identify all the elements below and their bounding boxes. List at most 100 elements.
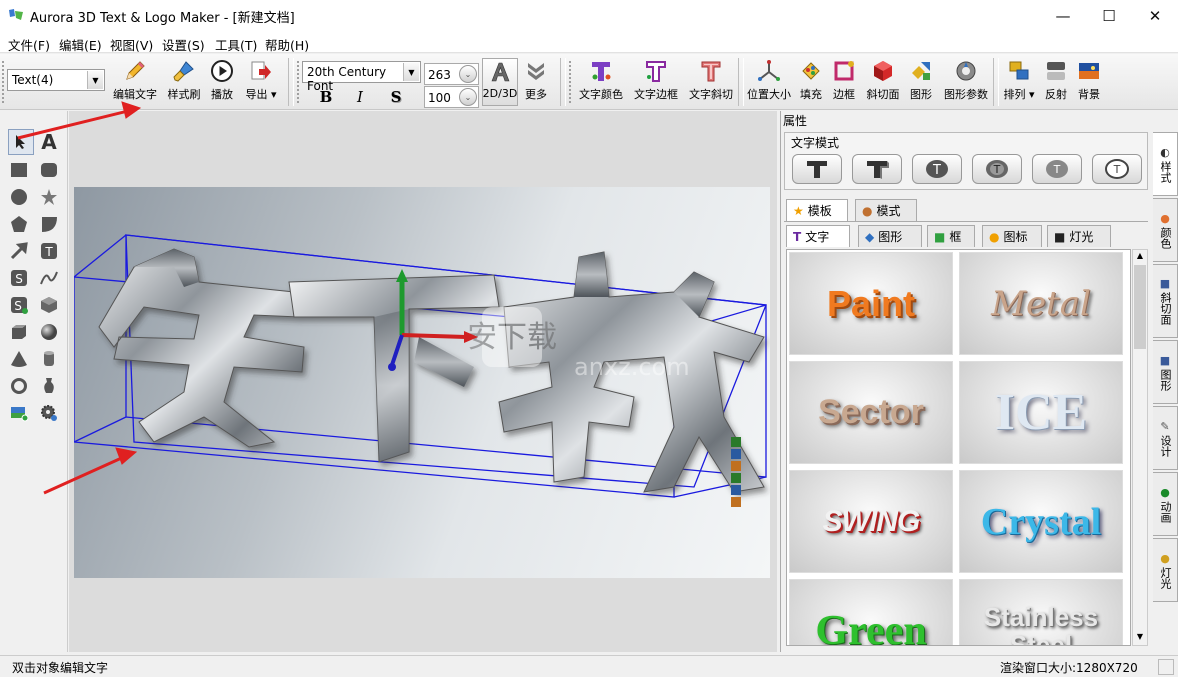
scroll-up-icon[interactable]: ▲	[1134, 251, 1146, 263]
s-add-icon[interactable]: S	[6, 292, 32, 318]
maximize-button[interactable]: ☐	[1086, 0, 1132, 31]
menu-tools[interactable]: 工具(T)	[215, 35, 257, 54]
menu-edit[interactable]: 编辑(E)	[59, 35, 102, 54]
shape-button[interactable]: 图形	[907, 58, 935, 106]
menu-view[interactable]: 视图(V)	[110, 35, 153, 54]
tab-frame[interactable]: ■ 框	[927, 225, 975, 247]
arrange-button[interactable]: 排列 ▾	[1001, 58, 1037, 106]
rectangle-icon[interactable]	[6, 157, 32, 183]
double-chevron-icon[interactable]: ⌄	[459, 65, 477, 83]
minimize-button[interactable]: —	[1040, 0, 1086, 31]
template-ice[interactable]: ICE	[959, 361, 1123, 464]
s-shape-icon[interactable]: S	[6, 265, 32, 291]
template-crystal[interactable]: Crystal	[959, 470, 1123, 573]
bevel-face-button[interactable]: 斜切面	[863, 58, 903, 106]
cube-3d-icon[interactable]	[36, 292, 62, 318]
tab-template[interactable]: ★ 模板	[786, 199, 848, 221]
render-viewport[interactable]: 安下载 anxz.com	[74, 187, 770, 578]
scene-3d[interactable]: 安下载 anxz.com	[74, 187, 770, 578]
text-mode-round[interactable]: T	[912, 154, 962, 184]
shadow-button[interactable]: S	[382, 86, 410, 108]
text-t-icon: T	[793, 229, 802, 244]
tool-palette: A T S S	[0, 111, 68, 652]
text-mode-ring[interactable]: T	[1032, 154, 1082, 184]
arrow-shape-icon[interactable]	[6, 238, 32, 264]
fill-button[interactable]: 填充	[797, 58, 825, 106]
side-tab-shape[interactable]: ■ 图形	[1153, 340, 1178, 404]
cone-icon[interactable]	[6, 346, 32, 372]
menu-file[interactable]: 文件(F)	[8, 35, 50, 54]
toolbar-grip[interactable]	[1, 60, 5, 104]
edit-text-button[interactable]: 编辑文字	[112, 58, 158, 106]
select-arrow-icon[interactable]	[8, 129, 34, 155]
play-button[interactable]: 播放	[207, 58, 237, 106]
toolbar-grip[interactable]	[296, 60, 300, 104]
tab-template-label: 模板	[807, 204, 832, 218]
text-mode-extrude[interactable]	[852, 154, 902, 184]
scroll-down-icon[interactable]: ▼	[1134, 632, 1146, 644]
style-brush-button[interactable]: 样式刷	[164, 58, 204, 106]
text-mode-bevel[interactable]: T	[972, 154, 1022, 184]
torus-icon[interactable]	[6, 373, 32, 399]
resize-grip[interactable]	[1158, 659, 1174, 675]
tab-icon[interactable]: ● 图标	[982, 225, 1042, 247]
star-icon[interactable]	[36, 184, 62, 210]
template-green[interactable]: Green	[789, 579, 953, 645]
side-tab-style[interactable]: ◐ 样式	[1153, 132, 1178, 196]
tab-mode[interactable]: ● 模式	[855, 199, 917, 221]
side-tab-light[interactable]: ● 灯光	[1153, 538, 1178, 602]
template-stainless-steel[interactable]: Stainless Steel	[959, 579, 1123, 645]
object-select[interactable]: Text(4) ▼	[7, 69, 105, 91]
text-border-button[interactable]: 文字边框	[632, 58, 680, 106]
vase-icon[interactable]	[36, 373, 62, 399]
box-3d-icon[interactable]	[6, 319, 32, 345]
text-box-icon[interactable]: T	[36, 238, 62, 264]
menu-help[interactable]: 帮助(H)	[265, 35, 309, 54]
template-metal[interactable]: Metal	[959, 252, 1123, 355]
sphere-icon[interactable]	[36, 319, 62, 345]
curve-tool-icon[interactable]	[36, 265, 62, 291]
circle-icon[interactable]	[6, 184, 32, 210]
side-tab-design[interactable]: ✎ 设计	[1153, 406, 1178, 470]
tab-text[interactable]: T 文字	[786, 225, 850, 247]
rounded-rectangle-icon[interactable]	[36, 157, 62, 183]
menu-settings[interactable]: 设置(S)	[162, 35, 205, 54]
frame-button[interactable]: 边框	[830, 58, 858, 106]
text-mode-outline[interactable]: T	[1092, 154, 1142, 184]
text-mode-flat[interactable]	[792, 154, 842, 184]
side-tab-bevel[interactable]: ■ 斜切面	[1153, 264, 1178, 338]
pentagon-icon[interactable]	[6, 211, 32, 237]
depth-input[interactable]: 100 ⌄	[424, 86, 479, 108]
scroll-thumb[interactable]	[1134, 265, 1146, 349]
side-tab-animation[interactable]: ● 动画	[1153, 472, 1178, 536]
background-button[interactable]: 背景	[1075, 58, 1103, 106]
italic-button[interactable]: I	[346, 86, 374, 108]
tab-shape[interactable]: ◆ 图形	[858, 225, 922, 247]
template-paint[interactable]: Paint	[789, 252, 953, 355]
quarter-shape-icon[interactable]	[36, 211, 62, 237]
text-bevel-button[interactable]: 文字斜切	[687, 58, 735, 106]
gallery-scrollbar[interactable]: ▲ ▼	[1132, 249, 1148, 646]
bold-button[interactable]: B	[312, 86, 340, 108]
mode-2d3d-button[interactable]: 2D/3D	[482, 58, 518, 106]
font-size-input[interactable]: 263 ⌄	[424, 63, 479, 85]
export-button[interactable]: 导出 ▾	[242, 58, 280, 106]
position-size-button[interactable]: 位置大小	[745, 58, 793, 106]
side-tab-color[interactable]: ● 颜色	[1153, 198, 1178, 262]
gear-add-icon[interactable]	[36, 400, 62, 426]
double-chevron-icon[interactable]: ⌄	[459, 88, 477, 106]
reflect-button[interactable]: 反射	[1042, 58, 1070, 106]
shape-params-button[interactable]: 图形参数	[942, 58, 990, 106]
template-sector[interactable]: Sector	[789, 361, 953, 464]
template-swing[interactable]: SWING	[789, 470, 953, 573]
chevron-down-icon: ▼	[403, 63, 419, 81]
close-button[interactable]: ✕	[1132, 0, 1178, 31]
tab-light[interactable]: ■ 灯光	[1047, 225, 1111, 247]
cylinder-icon[interactable]	[36, 346, 62, 372]
more-button[interactable]: 更多	[521, 58, 551, 106]
text-color-button[interactable]: 文字颜色	[576, 58, 626, 106]
image-add-icon[interactable]	[6, 400, 32, 426]
font-select[interactable]: 20th Century Font ▼	[302, 61, 421, 93]
toolbar-grip[interactable]	[568, 60, 572, 104]
text-tool-icon[interactable]: A	[36, 129, 62, 155]
